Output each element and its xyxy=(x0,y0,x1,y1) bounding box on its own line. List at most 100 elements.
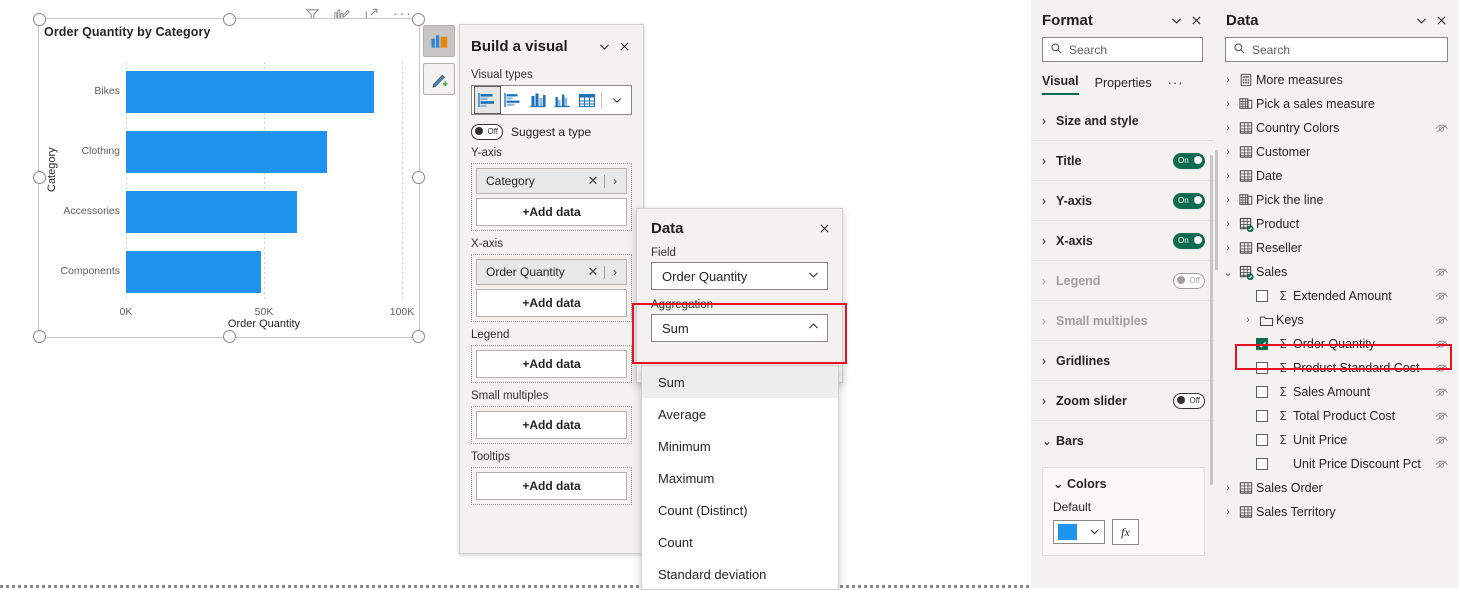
suggest-a-type-row[interactable]: Off Suggest a type xyxy=(471,124,643,140)
data-field-row[interactable]: ›Sales Territory xyxy=(1214,500,1459,524)
add-data-button-small-multiples[interactable]: +Add data xyxy=(476,411,627,439)
chevron-right-icon[interactable]: › xyxy=(1220,122,1236,134)
data-field-row[interactable]: ΣExtended Amount xyxy=(1214,284,1459,308)
format-section-gridlines[interactable]: › Gridlines xyxy=(1031,341,1214,381)
chevron-right-icon[interactable]: › xyxy=(1220,194,1236,206)
chevron-up-icon[interactable] xyxy=(807,320,820,336)
data-field-row[interactable]: ›Date xyxy=(1214,164,1459,188)
hidden-eye-icon[interactable] xyxy=(1431,290,1451,303)
build-visual-icon[interactable] xyxy=(423,25,455,57)
data-search-input[interactable]: Search xyxy=(1225,37,1448,62)
fx-conditional-formatting-button[interactable]: fx xyxy=(1112,519,1139,545)
chevron-down-icon[interactable] xyxy=(807,268,820,284)
well-x-axis[interactable]: Order Quantity ✕ › +Add data xyxy=(471,254,632,322)
hidden-eye-icon[interactable] xyxy=(1431,362,1451,375)
aggregation-option-minimum[interactable]: Minimum xyxy=(642,430,838,462)
format-section-size-and-style[interactable]: › Size and style xyxy=(1031,101,1214,141)
tab-visual[interactable]: Visual xyxy=(1042,74,1079,95)
close-icon[interactable]: ✕ xyxy=(585,173,601,189)
data-field-row[interactable]: ΣTotal Product Cost xyxy=(1214,404,1459,428)
checkbox-unchecked[interactable] xyxy=(1256,362,1268,374)
resize-handle-e[interactable] xyxy=(412,171,425,184)
format-section-y-axis[interactable]: › Y-axis On xyxy=(1031,181,1214,221)
chevron-right-icon[interactable]: › xyxy=(1220,482,1236,494)
chevron-right-icon[interactable]: › xyxy=(1220,170,1236,182)
stacked-bar-chart-icon[interactable] xyxy=(474,86,501,114)
format-section-x-axis[interactable]: › X-axis On xyxy=(1031,221,1214,261)
hidden-eye-icon[interactable] xyxy=(1431,458,1451,471)
suggest-a-type-toggle[interactable]: Off xyxy=(471,124,503,140)
chevron-right-icon[interactable]: › xyxy=(608,265,622,279)
add-data-button-y-axis[interactable]: +Add data xyxy=(476,198,627,226)
chevron-down-icon[interactable] xyxy=(1089,525,1100,540)
chevron-down-icon[interactable] xyxy=(604,87,629,113)
checkbox-checked[interactable] xyxy=(1256,338,1268,350)
chevron-right-icon[interactable]: › xyxy=(1220,98,1236,110)
data-field-row[interactable]: ΣProduct Standard Cost xyxy=(1214,356,1459,380)
chevron-right-icon[interactable]: › xyxy=(1220,218,1236,230)
add-data-button-x-axis[interactable]: +Add data xyxy=(476,289,627,317)
format-search-input[interactable]: Search xyxy=(1042,37,1203,62)
clustered-column-chart-icon[interactable] xyxy=(550,87,575,113)
hidden-eye-icon[interactable] xyxy=(1431,338,1451,351)
chevron-right-icon[interactable]: › xyxy=(1220,74,1236,86)
format-section-bars[interactable]: ⌄ Bars xyxy=(1031,421,1214,461)
data-field-row[interactable]: ⌄Sales xyxy=(1214,260,1459,284)
checkbox-unchecked[interactable] xyxy=(1256,410,1268,422)
data-field-row[interactable]: Unit Price Discount Pct xyxy=(1214,452,1459,476)
add-data-button-tooltips[interactable]: +Add data xyxy=(476,472,627,500)
default-color-picker[interactable] xyxy=(1053,520,1105,544)
data-field-row[interactable]: ›Sales Order xyxy=(1214,476,1459,500)
zoom-slider-toggle[interactable]: Off xyxy=(1173,393,1205,409)
hidden-eye-icon[interactable] xyxy=(1431,410,1451,423)
resize-handle-se[interactable] xyxy=(412,330,425,343)
checkbox-unchecked[interactable] xyxy=(1256,290,1268,302)
chart-bar[interactable] xyxy=(126,191,297,233)
checkbox-unchecked[interactable] xyxy=(1256,386,1268,398)
format-section-zoom-slider[interactable]: › Zoom slider Off xyxy=(1031,381,1214,421)
checkbox-unchecked[interactable] xyxy=(1256,434,1268,446)
aggregation-select[interactable]: Sum xyxy=(651,314,828,342)
data-field-row[interactable]: ΣSales Amount xyxy=(1214,380,1459,404)
chevron-right-icon[interactable]: › xyxy=(1220,146,1236,158)
close-icon[interactable] xyxy=(1186,10,1206,30)
field-pill-order-quantity[interactable]: Order Quantity ✕ › xyxy=(476,259,627,285)
close-icon[interactable] xyxy=(814,218,834,238)
data-panel-scrollbar[interactable] xyxy=(1215,150,1218,270)
data-field-row[interactable]: ›Customer xyxy=(1214,140,1459,164)
table-icon[interactable] xyxy=(575,87,600,113)
data-field-row[interactable]: ›More measures xyxy=(1214,68,1459,92)
data-field-row[interactable]: ›Keys xyxy=(1214,308,1459,332)
resize-handle-nw[interactable] xyxy=(33,13,46,26)
chevron-down-icon[interactable] xyxy=(1411,10,1431,30)
chevron-right-icon[interactable]: › xyxy=(608,174,622,188)
more-options-icon[interactable]: ··· xyxy=(1168,75,1184,95)
tab-properties[interactable]: Properties xyxy=(1095,76,1152,95)
resize-handle-s[interactable] xyxy=(223,330,236,343)
aggregation-option-sum[interactable]: Sum xyxy=(642,366,838,398)
resize-handle-sw[interactable] xyxy=(33,330,46,343)
close-icon[interactable] xyxy=(614,36,634,56)
aggregation-option-maximum[interactable]: Maximum xyxy=(642,462,838,494)
data-field-row[interactable]: ΣUnit Price xyxy=(1214,428,1459,452)
stacked-column-chart-icon[interactable] xyxy=(525,87,550,113)
resize-handle-n[interactable] xyxy=(223,13,236,26)
well-tooltips[interactable]: +Add data xyxy=(471,467,632,505)
chevron-right-icon[interactable]: › xyxy=(1220,242,1236,254)
aggregation-option-count[interactable]: Count xyxy=(642,526,838,558)
format-panel-scrollbar[interactable] xyxy=(1210,155,1213,485)
colors-card-header[interactable]: ⌄ Colors xyxy=(1053,476,1194,491)
close-icon[interactable] xyxy=(1431,10,1451,30)
chart-bar[interactable] xyxy=(126,251,261,293)
data-field-row[interactable]: ›Country Colors xyxy=(1214,116,1459,140)
chart-bar[interactable] xyxy=(126,131,327,173)
hidden-eye-icon[interactable] xyxy=(1431,386,1451,399)
clustered-bar-chart-icon[interactable] xyxy=(501,87,526,113)
chart-bar[interactable] xyxy=(126,71,374,113)
x-axis-toggle[interactable]: On xyxy=(1173,233,1205,249)
chevron-right-icon[interactable]: › xyxy=(1240,314,1256,326)
aggregation-option-average[interactable]: Average xyxy=(642,398,838,430)
format-visual-icon[interactable] xyxy=(423,63,455,95)
close-icon[interactable]: ✕ xyxy=(585,264,601,280)
hidden-eye-icon[interactable] xyxy=(1431,314,1451,327)
